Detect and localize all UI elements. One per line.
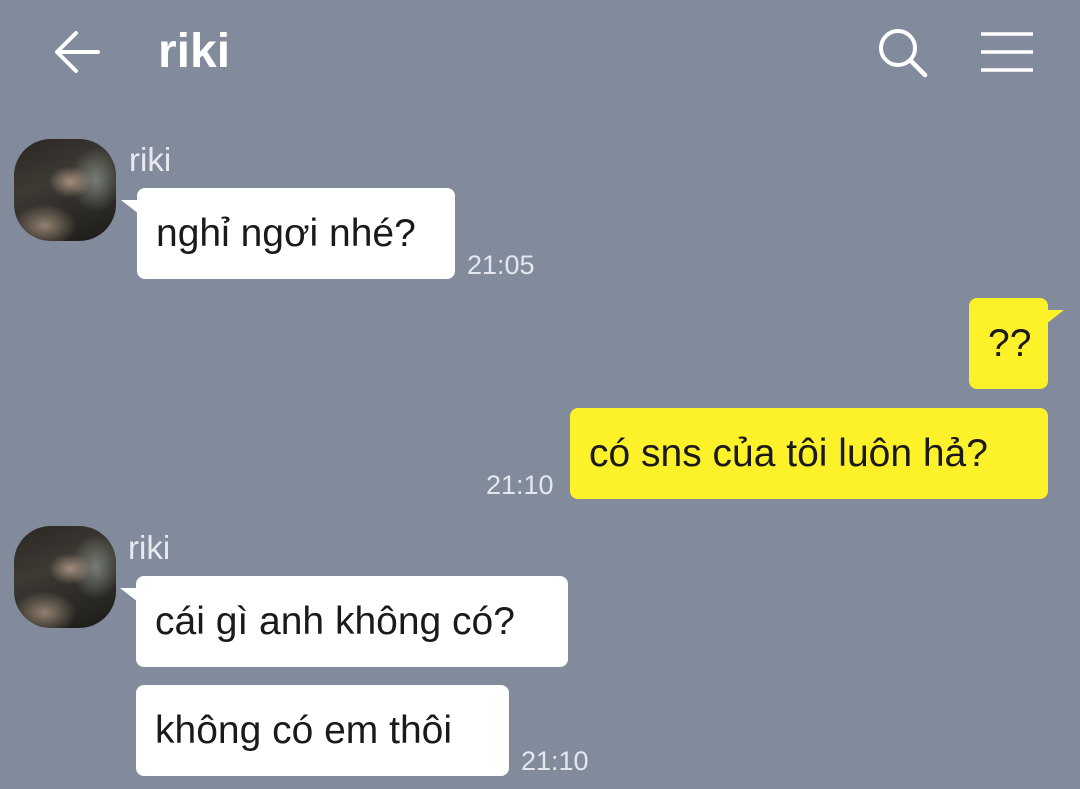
chat-header: riki: [0, 0, 1080, 105]
menu-button[interactable]: [978, 28, 1036, 76]
incoming-message-bubble[interactable]: cái gì anh không có?: [136, 576, 568, 667]
outgoing-message-bubble[interactable]: có sns của tôi luôn hả?: [570, 408, 1048, 499]
avatar[interactable]: [14, 139, 116, 241]
message-timestamp: 21:10: [521, 746, 589, 776]
arrow-left-icon: [55, 31, 100, 73]
incoming-message-bubble[interactable]: không có em thôi: [136, 685, 509, 776]
outgoing-message-bubble[interactable]: ??: [969, 298, 1048, 389]
chat-screen: riki riki nghỉ ngơi nhé? 21:05 ?? có sns…: [0, 0, 1080, 789]
chat-title: riki: [158, 25, 231, 78]
message-timestamp: 21:10: [486, 470, 554, 500]
search-button[interactable]: [876, 26, 930, 80]
avatar[interactable]: [14, 526, 116, 628]
message-timestamp: 21:05: [467, 250, 535, 280]
bubble-tail: [1046, 310, 1064, 324]
sender-name: riki: [128, 529, 171, 566]
search-icon: [879, 29, 928, 78]
hamburger-menu-icon: [981, 32, 1033, 72]
sender-name: riki: [129, 141, 172, 178]
incoming-message-bubble[interactable]: nghỉ ngơi nhé?: [137, 188, 455, 279]
back-button[interactable]: [52, 28, 102, 76]
